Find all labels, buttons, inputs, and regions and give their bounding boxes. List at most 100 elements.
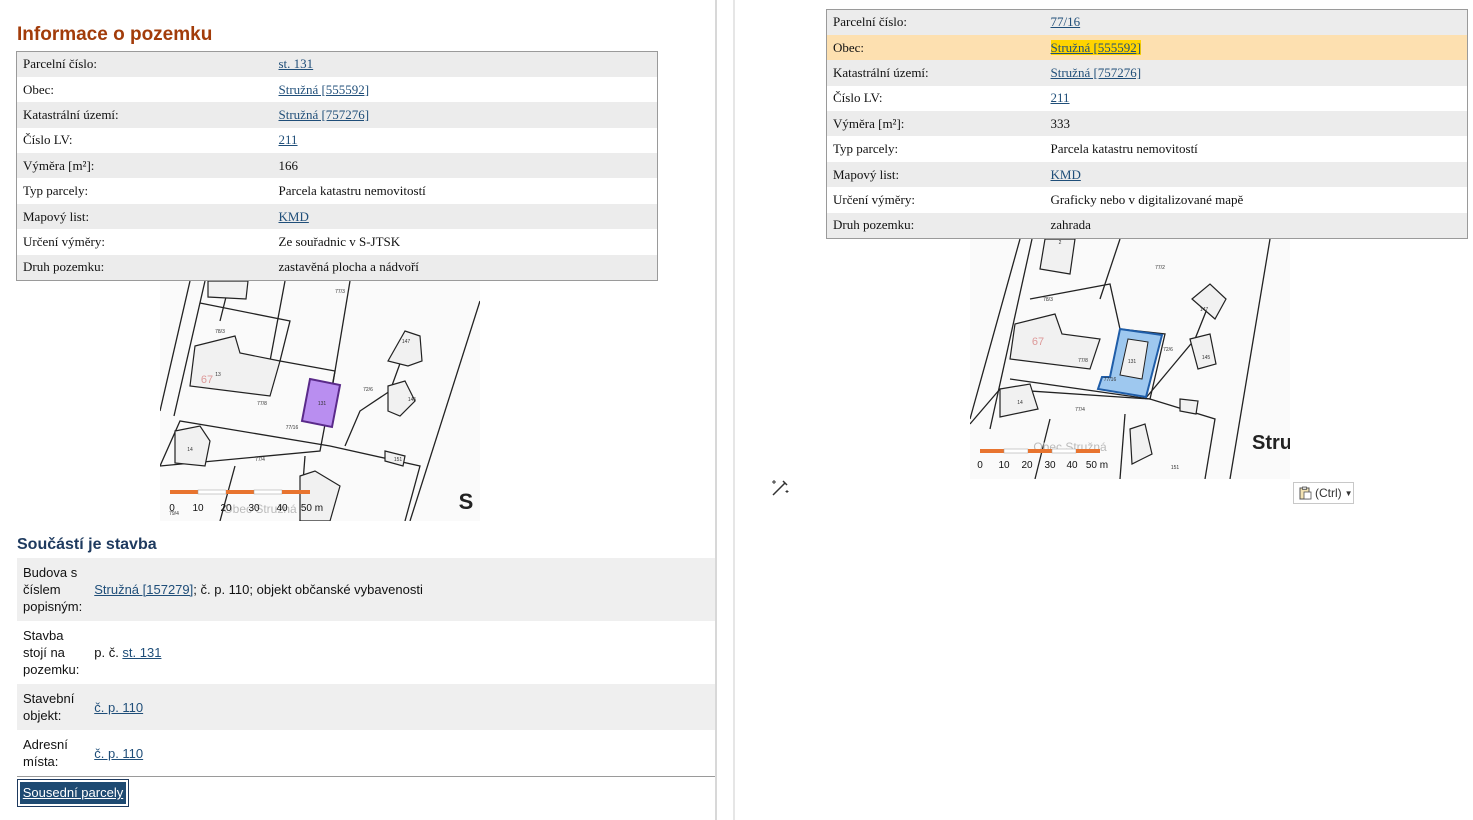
row-value: Stružná [757276] [1044, 60, 1468, 86]
lv-number-link[interactable]: 211 [1051, 90, 1070, 105]
parcel-link[interactable]: st. 131 [122, 645, 161, 660]
map-label: 78/3 [215, 329, 225, 335]
row-value: Stružná [555592] [272, 76, 658, 103]
map-label: 145 [408, 397, 417, 403]
scale-tick: 20 [1021, 460, 1033, 471]
map-label: 77/2 [1155, 265, 1165, 271]
scale-tick: 0 [169, 503, 175, 514]
parcel-info-table-right: Parcelní číslo: 77/16 Obec: Stružná [55559… [826, 9, 1468, 239]
table-row: Parcelní číslo: st. 131 [16, 51, 658, 77]
municipality-link[interactable]: Stružná [555592] [279, 82, 370, 97]
table-row: Typ parcely: Parcela katastru nemovitostí [16, 178, 658, 204]
table-row: Typ parcely: Parcela katastru nemovitostí [826, 136, 1468, 162]
row-label: Určení výměry: [826, 187, 1045, 213]
row-label: Obec: [16, 76, 273, 103]
row-value: KMD [1044, 161, 1468, 188]
table-row: Druh pozemku: zahrada [826, 212, 1468, 239]
row-label: Druh pozemku: [826, 212, 1045, 239]
row-value: Stružná [157279]; č. p. 110; objekt obča… [88, 558, 715, 621]
area-value: 333 [1044, 111, 1468, 137]
table-row: Katastrální území: Stružná [757276] [16, 102, 658, 128]
area-determination-value: Ze souřadnic v S-JTSK [272, 229, 658, 255]
table-row: Výměra [m²]: 333 [826, 111, 1468, 137]
parcel-prefix: p. č. [94, 645, 123, 660]
scale-tick: 30 [1044, 460, 1056, 471]
row-value: 211 [1044, 85, 1468, 112]
parcel-number-link[interactable]: st. 131 [279, 56, 314, 71]
row-label: Mapový list: [826, 161, 1045, 188]
row-label: Katastrální území: [16, 102, 273, 128]
table-row: Určení výměry: Ze souřadnic v S-JTSK [16, 229, 658, 255]
municipality-link[interactable]: Stružná [555592] [1050, 39, 1142, 55]
row-value: Stružná [757276] [272, 102, 658, 128]
section-title: Součástí je stavba [17, 536, 157, 553]
row-value: 77/16 [1044, 9, 1468, 35]
row-label: Stavební objekt: [17, 684, 89, 730]
row-value: p. č. st. 131 [88, 621, 715, 684]
cadastral-map[interactable]: 77/3 78/3 13 147 77/8 131 145 72/6 77/16… [160, 281, 480, 521]
chevron-down-icon: ▼ [1344, 488, 1353, 498]
map-label: 14 [1017, 400, 1023, 406]
map-sheet-link[interactable]: KMD [1051, 167, 1081, 182]
neighbor-parcels-label: Sousední parcely [20, 782, 126, 804]
map-label: 77/4 [1075, 407, 1085, 413]
map-label: 77/4 [255, 457, 265, 463]
pane-divider-secondary [733, 0, 735, 820]
scale-tick: 40 [276, 503, 288, 514]
table-row: Výměra [m²]: 166 [16, 153, 658, 179]
map-label: 77/3 [335, 289, 345, 295]
row-label: Typ parcely: [826, 136, 1045, 162]
scale-tick: 10 [998, 460, 1010, 471]
map-sheet-link[interactable]: KMD [279, 209, 309, 224]
magic-wand-icon[interactable] [769, 478, 791, 498]
parcel-type-value: Parcela katastru nemovitostí [272, 178, 658, 204]
land-type-value: zahrada [1044, 212, 1468, 239]
paste-options-button[interactable]: (Ctrl) ▼ [1293, 482, 1354, 504]
map-label: S [459, 489, 474, 514]
map-label: 72/6 [1163, 347, 1173, 353]
row-label: Číslo LV: [16, 127, 273, 154]
table-row-highlighted: Obec: Stružná [555592] [826, 34, 1468, 61]
map-label: 77/8 [257, 401, 267, 407]
scale-tick: 0 [977, 460, 983, 471]
lv-number-link[interactable]: 211 [279, 132, 298, 147]
scale-tick: 40 [1066, 460, 1078, 471]
pane-divider [715, 0, 717, 820]
map-label: 13 [215, 372, 221, 378]
map-label: 145 [1202, 355, 1211, 361]
table-row: Katastrální území: Stružná [757276] [826, 60, 1468, 86]
map-label: 72/6 [363, 387, 373, 393]
parcel-type-value: Parcela katastru nemovitostí [1044, 136, 1468, 162]
table-row: Určení výměry: Graficky nebo v digitalizo… [826, 187, 1468, 213]
row-label: Výměra [m²]: [826, 111, 1045, 137]
row-label: Parcelní číslo: [16, 51, 273, 77]
area-value: 166 [272, 153, 658, 179]
building-table: Budova s číslem popisným: Stružná [15727… [17, 558, 715, 777]
row-label: Určení výměry: [16, 229, 273, 255]
cadastral-map-right[interactable]: 2 77/2 78/3 147 131 72/6 77/8 77/16 145 … [970, 239, 1290, 479]
table-row: Stavba stojí na pozemku: p. č. st. 131 [17, 621, 715, 684]
map-label: 147 [402, 339, 411, 345]
paste-shortcut-label: (Ctrl) [1315, 486, 1342, 500]
map-label: 67 [201, 374, 213, 386]
land-type-value: zastavěná plocha a nádvoří [272, 254, 658, 281]
row-label: Mapový list: [16, 203, 273, 230]
cadastral-area-link[interactable]: Stružná [757276] [279, 107, 370, 122]
clipboard-icon [1299, 486, 1312, 500]
table-row: Mapový list: KMD [826, 161, 1468, 188]
building-object-link[interactable]: č. p. 110 [94, 700, 143, 715]
parcel-number-link[interactable]: 77/16 [1051, 14, 1081, 29]
neighbor-parcels-button[interactable]: Sousední parcely [17, 779, 129, 807]
building-municipality-link[interactable]: Stružná [157279] [94, 582, 193, 597]
row-label: Adresní místa: [17, 730, 89, 777]
cadastral-area-link[interactable]: Stružná [757276] [1051, 65, 1142, 80]
table-row: Mapový list: KMD [16, 203, 658, 230]
address-link[interactable]: č. p. 110 [94, 746, 143, 761]
row-value: č. p. 110 [88, 730, 715, 777]
map-label: 77/16 [1104, 377, 1117, 383]
map-label: 131 [1128, 359, 1137, 365]
row-label: Katastrální území: [826, 60, 1045, 86]
scale-tick: 50 m [301, 503, 323, 514]
row-value: KMD [272, 203, 658, 230]
row-label: Typ parcely: [16, 178, 273, 204]
